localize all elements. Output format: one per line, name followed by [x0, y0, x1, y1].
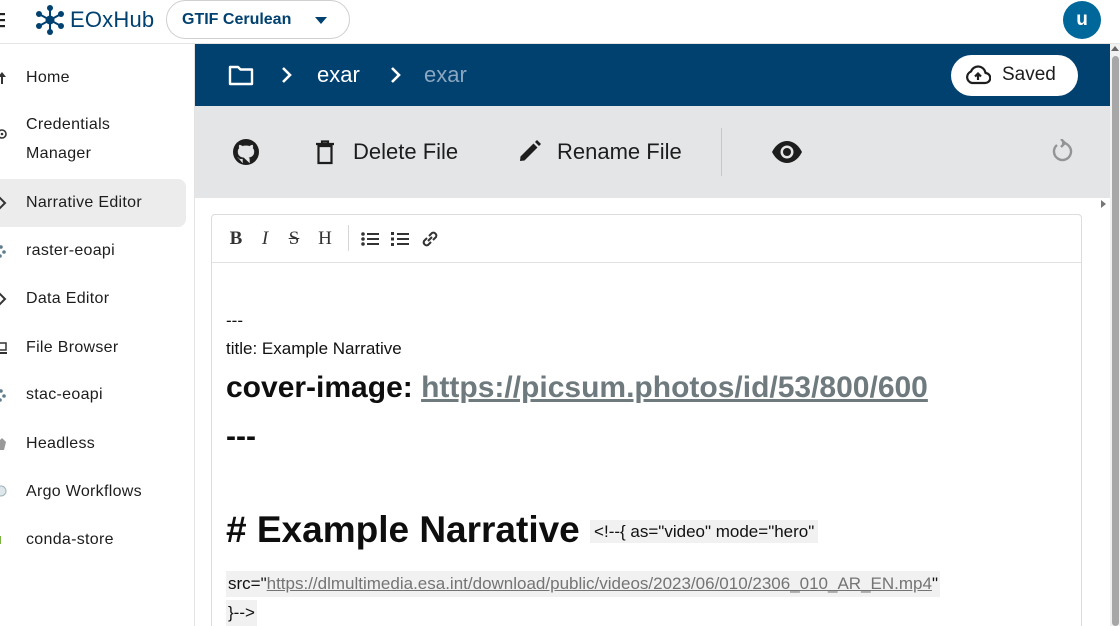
sidebar-item-credentials-manager[interactable]: Credentials Manager: [0, 110, 186, 170]
front-matter-open: ---: [226, 311, 243, 330]
markdown-editor[interactable]: B I S H --- title: Example Narrative cov…: [211, 214, 1082, 626]
sidebar-item-headless[interactable]: Headless: [0, 429, 186, 459]
workspace-select[interactable]: GTIF Cerulean: [166, 0, 350, 39]
revert-icon[interactable]: [1051, 139, 1073, 163]
sidebar-item-label: stac-eoapi: [26, 386, 103, 403]
sidebar-item-narrative-editor[interactable]: Narrative Editor: [0, 179, 186, 227]
key-icon: [0, 129, 7, 139]
bold-button[interactable]: B: [225, 228, 247, 250]
numbered-list-icon[interactable]: [389, 228, 411, 250]
app-logo[interactable]: EOxHub: [34, 4, 154, 36]
delete-file-label: Delete File: [353, 139, 459, 164]
saved-button[interactable]: Saved: [951, 55, 1078, 96]
sidebar-item-label: Narrative Editor: [26, 194, 142, 211]
cover-image-line: cover-image: https://picsum.photos/id/53…: [226, 369, 928, 407]
data-editor-icon: [0, 292, 7, 306]
bullet-list-icon[interactable]: [359, 228, 381, 250]
sidebar-item-label-line2: Manager: [26, 145, 92, 162]
narrative-heading: # Example Narrative <!--{ as="video" mod…: [226, 508, 819, 554]
html-comment-open: <!--{ as="video" mode="hero": [590, 520, 819, 544]
sidebar-item-file-browser[interactable]: File Browser: [0, 333, 186, 363]
front-matter-title: title: Example Narrative: [226, 339, 402, 358]
breadcrumb-current: exar: [424, 62, 467, 87]
headless-icon: [0, 438, 6, 450]
top-bar: EOxHub GTIF Cerulean u: [0, 0, 1120, 44]
sidebar-item-conda-store[interactable]: conda-store: [0, 525, 186, 555]
chevron-right-icon: [282, 67, 292, 83]
sidebar-item-data-editor[interactable]: Data Editor: [0, 284, 186, 314]
sidebar: Home Credentials Manager Narrative Edito…: [0, 44, 195, 626]
rename-file-label: Rename File: [557, 139, 682, 164]
sidebar-item-home[interactable]: Home: [0, 63, 186, 93]
chevron-right-icon: [391, 67, 401, 83]
workspace-label: GTIF Cerulean: [182, 10, 292, 28]
cloud-upload-icon: [966, 65, 991, 85]
src-suffix: ": [931, 574, 938, 593]
sidebar-item-argo-workflows[interactable]: Argo Workflows: [0, 477, 186, 507]
sidebar-item-stac-eoapi[interactable]: stac-eoapi: [0, 380, 186, 410]
narrative-icon: [0, 196, 7, 210]
user-avatar[interactable]: u: [1063, 1, 1101, 39]
formatting-divider: [348, 225, 349, 251]
link-icon[interactable]: [419, 228, 441, 250]
sidebar-item-label: Home: [26, 69, 70, 86]
sidebar-item-label: Data Editor: [26, 290, 110, 307]
file-browser-icon: [0, 342, 7, 354]
video-src-line: src="https://dlmultimedia.esa.int/downlo…: [226, 571, 940, 597]
heading-text: # Example Narrative: [226, 509, 580, 550]
file-toolbar: Delete File Rename File: [195, 106, 1110, 198]
breadcrumb-item[interactable]: exar: [317, 61, 360, 89]
sidebar-item-label: Argo Workflows: [26, 483, 142, 500]
sidebar-item-raster-eoapi[interactable]: raster-eoapi: [0, 236, 186, 266]
pencil-icon: [520, 140, 541, 161]
argo-icon: [0, 485, 7, 497]
sidebar-item-label: conda-store: [26, 531, 114, 548]
editor-scroll-marker: [1101, 200, 1106, 208]
app-name: EOxHub: [70, 7, 155, 32]
file-header: exar exar Saved: [195, 44, 1110, 106]
chevron-down-icon: [315, 17, 327, 24]
stac-icon: [0, 389, 6, 402]
arrow-up-icon: [0, 72, 6, 84]
rename-file-button[interactable]: Rename File: [517, 134, 682, 170]
sidebar-item-label: raster-eoapi: [26, 242, 115, 259]
trash-icon: [316, 140, 334, 165]
raster-icon: [0, 245, 6, 258]
delete-file-button[interactable]: Delete File: [313, 134, 458, 170]
cover-image-link[interactable]: https://picsum.photos/id/53/800/600: [421, 371, 928, 404]
strikethrough-button[interactable]: S: [283, 228, 305, 250]
menu-icon[interactable]: [0, 9, 12, 31]
sidebar-item-label: Credentials: [26, 116, 111, 133]
preview-eye-icon[interactable]: [771, 139, 803, 165]
italic-button[interactable]: I: [254, 228, 276, 250]
front-matter-close: ---: [226, 420, 256, 453]
toolbar-divider: [721, 128, 722, 176]
cover-image-label: cover-image:: [226, 371, 422, 404]
heading-button[interactable]: H: [314, 228, 336, 250]
folder-icon[interactable]: [228, 64, 254, 86]
eox-logo-icon: [36, 5, 64, 35]
video-src-link[interactable]: https://dlmultimedia.esa.int/download/pu…: [267, 574, 932, 593]
sidebar-item-label: File Browser: [26, 339, 119, 356]
src-prefix: src=": [228, 574, 267, 593]
page-scrollbar-thumb[interactable]: [1112, 56, 1119, 626]
saved-label: Saved: [1002, 64, 1056, 85]
conda-icon: [0, 536, 1, 544]
html-comment-close: }-->: [226, 600, 257, 626]
github-icon[interactable]: [232, 138, 260, 166]
scroll-up-arrow-icon[interactable]: [1111, 46, 1119, 51]
formatting-toolbar: B I S H: [212, 215, 1081, 263]
sidebar-item-label: Headless: [26, 435, 96, 452]
